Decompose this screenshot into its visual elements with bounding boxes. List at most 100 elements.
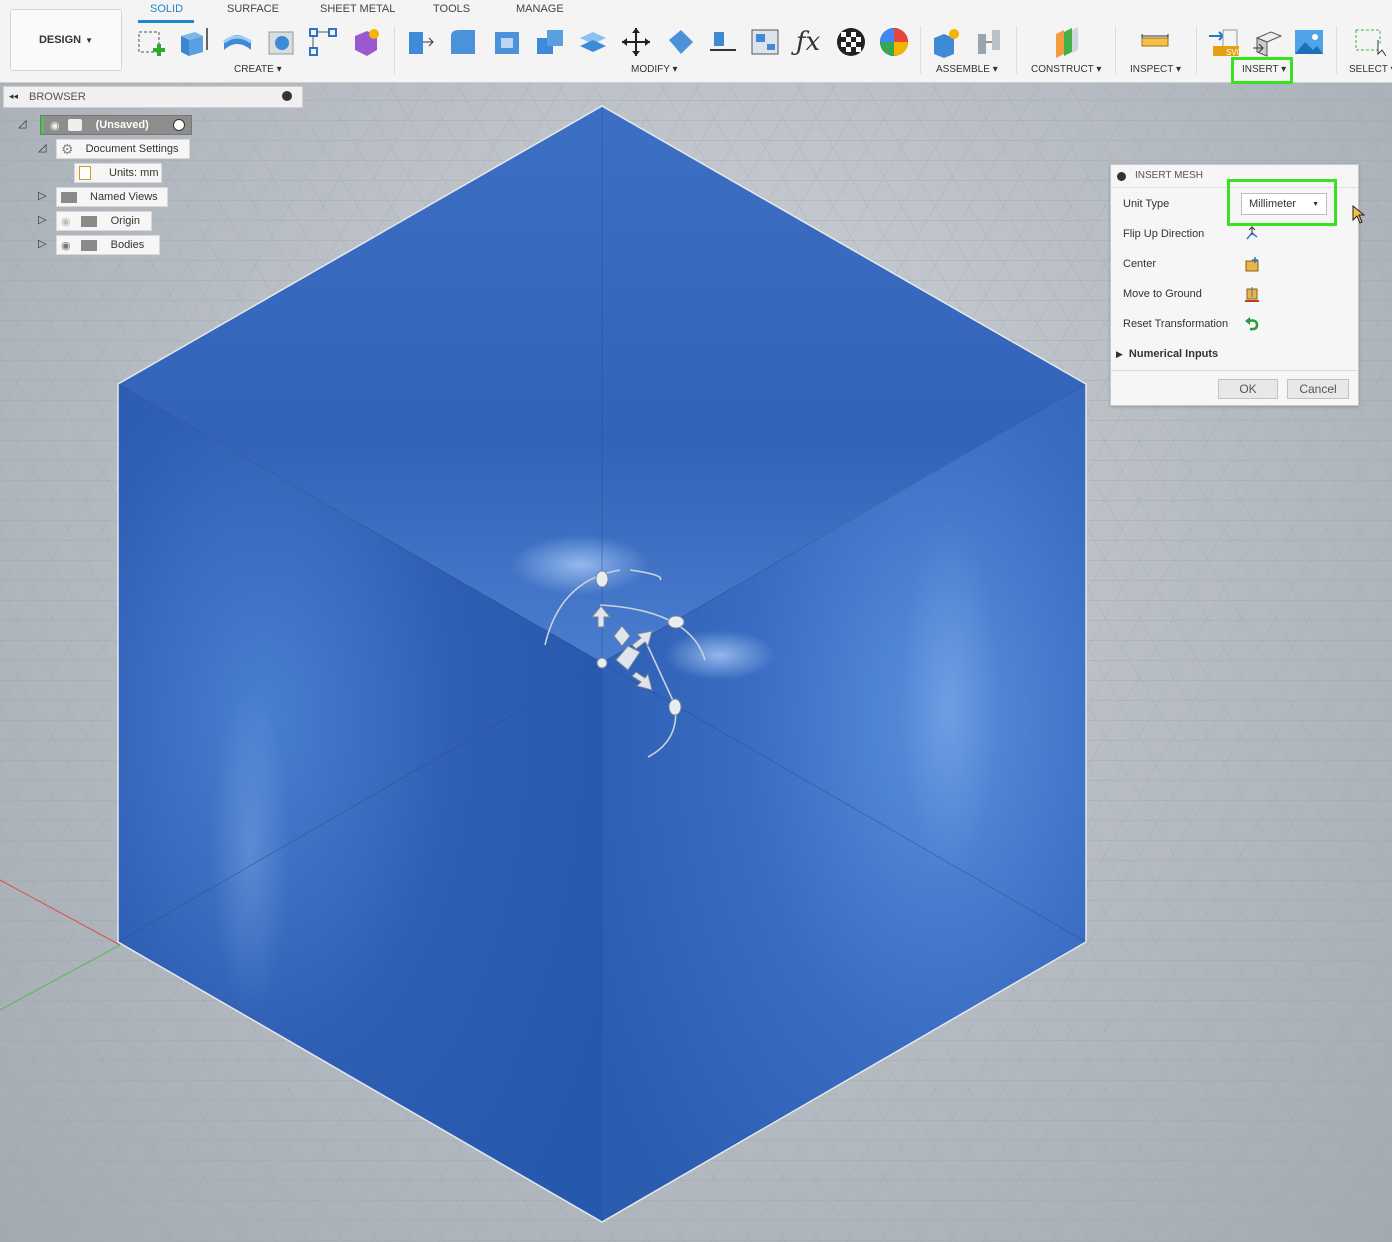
extrude-icon[interactable] <box>176 25 210 59</box>
folder-icon <box>80 239 97 251</box>
folder-icon <box>80 215 97 227</box>
origin-label: Origin <box>110 215 140 227</box>
toolbar-divider <box>1196 26 1197 74</box>
tab-surface[interactable]: SURFACE <box>227 3 279 15</box>
active-indicator <box>41 116 44 134</box>
expand-named-views-icon[interactable]: ▷ <box>38 189 46 202</box>
minimize-circle-icon[interactable] <box>282 91 292 101</box>
insert-mesh-icon[interactable] <box>1250 25 1284 59</box>
origin-node[interactable]: ◉ Origin <box>56 211 152 231</box>
root-label: (Unsaved) <box>95 119 149 131</box>
dialog-divider <box>1111 370 1358 371</box>
glow-highlight <box>900 520 1000 880</box>
create-form-icon[interactable] <box>348 25 382 59</box>
insert-derive-icon[interactable]: SVG <box>1206 25 1240 59</box>
toolbar-divider <box>1115 26 1116 74</box>
assemble-label: ASSEMBLE <box>936 64 990 75</box>
split-body-icon[interactable] <box>748 25 782 59</box>
new-component-icon[interactable] <box>929 25 963 59</box>
offset-face-icon[interactable] <box>576 25 610 59</box>
units-icon <box>79 166 91 180</box>
tab-solid[interactable]: SOLID <box>150 3 183 15</box>
shell-icon[interactable] <box>490 25 524 59</box>
folder-icon <box>61 191 77 203</box>
unit-type-highlight-box <box>1227 179 1337 226</box>
named-views-node[interactable]: Named Views <box>56 187 168 207</box>
expand-origin-icon[interactable]: ▷ <box>38 213 46 226</box>
reset-transformation-label: Reset Transformation <box>1123 318 1229 330</box>
numerical-inputs-label: Numerical Inputs <box>1128 348 1219 360</box>
create-sketch-icon[interactable] <box>134 25 168 59</box>
reset-arrow-icon[interactable] <box>1243 315 1261 333</box>
combine-icon[interactable] <box>533 25 567 59</box>
create-menu[interactable]: CREATE ▾ <box>234 64 282 75</box>
units-node[interactable]: Units: mm <box>74 163 162 183</box>
gear-icon: ⚙ <box>61 140 74 157</box>
numerical-inputs-toggle[interactable]: ▶ Numerical Inputs <box>1116 348 1218 360</box>
fillet-icon[interactable] <box>446 25 480 59</box>
bodies-label: Bodies <box>110 239 145 251</box>
insert-canvas-icon[interactable] <box>1292 25 1326 59</box>
collapse-settings-icon[interactable]: ◿ <box>38 141 46 154</box>
measure-icon[interactable] <box>1138 25 1172 59</box>
assemble-menu[interactable]: ASSEMBLE ▾ <box>936 64 998 75</box>
expand-triangle-icon: ▶ <box>1116 348 1123 359</box>
offset-plane-icon[interactable] <box>1049 25 1083 59</box>
eye-hidden-icon[interactable]: ◉ <box>61 215 71 228</box>
unit-type-label: Unit Type <box>1123 198 1170 210</box>
activate-radio-icon[interactable] <box>173 119 185 131</box>
flip-up-direction-icon[interactable] <box>1243 225 1261 243</box>
cancel-button[interactable]: Cancel <box>1287 379 1349 399</box>
align-icon[interactable] <box>705 25 739 59</box>
dialog-title: INSERT MESH <box>1135 170 1203 181</box>
document-settings-label: Document Settings <box>85 143 179 155</box>
draft-icon[interactable] <box>662 25 696 59</box>
eye-icon[interactable]: ◉ <box>61 239 71 252</box>
select-menu[interactable]: SELECT ▾ <box>1349 64 1392 75</box>
document-settings-node[interactable]: ⚙ Document Settings <box>56 139 190 159</box>
insert-highlight-box <box>1231 57 1293 84</box>
glow-highlight <box>665 630 775 680</box>
collapse-panel-icon[interactable]: ◂◂ <box>9 91 18 102</box>
center-icon[interactable] <box>1243 255 1261 273</box>
expand-bodies-icon[interactable]: ▷ <box>38 237 46 250</box>
pattern-icon[interactable] <box>306 25 340 59</box>
move-copy-icon[interactable] <box>619 25 653 59</box>
ok-label: OK <box>1239 382 1257 396</box>
appearance-icon[interactable] <box>834 25 868 59</box>
physical-material-icon[interactable] <box>877 25 911 59</box>
construct-menu[interactable]: CONSTRUCT ▾ <box>1031 64 1101 75</box>
select-window-icon[interactable] <box>1352 25 1386 59</box>
active-tab-indicator <box>138 20 194 23</box>
chevron-down-icon: ▼ <box>85 35 94 45</box>
press-pull-icon[interactable] <box>404 25 438 59</box>
eye-icon[interactable]: ◉ <box>50 119 60 132</box>
tab-sheet-metal[interactable]: SHEET METAL <box>320 3 395 15</box>
collapse-root-icon[interactable]: ◿ <box>18 117 26 130</box>
document-icon <box>67 119 82 131</box>
center-label: Center <box>1123 258 1157 270</box>
inspect-menu[interactable]: INSPECT ▾ <box>1130 64 1181 75</box>
toolbar-divider <box>394 26 395 74</box>
revolve-icon[interactable] <box>220 25 254 59</box>
tab-manage[interactable]: MANAGE <box>516 3 564 15</box>
select-label: SELECT <box>1349 64 1388 75</box>
move-to-ground-icon[interactable] <box>1243 285 1261 303</box>
modify-menu[interactable]: MODIFY ▾ <box>631 64 678 75</box>
browser-title: BROWSER <box>29 91 86 103</box>
parameters-icon[interactable]: ƒx <box>791 25 825 59</box>
units-label: Units: mm <box>109 167 159 179</box>
ok-button[interactable]: OK <box>1218 379 1278 399</box>
joint-icon[interactable] <box>973 25 1007 59</box>
workspace-switcher-button[interactable]: DESIGN ▼ <box>10 9 122 71</box>
create-label: CREATE <box>234 64 274 75</box>
bodies-node[interactable]: ◉ Bodies <box>56 235 160 255</box>
collapse-circle-icon[interactable] <box>1117 172 1126 181</box>
toolbar-divider <box>920 26 921 74</box>
browser-panel-header: ◂◂ BROWSER <box>3 86 303 108</box>
workspace-label: DESIGN <box>38 34 82 46</box>
browser-root-node[interactable]: ◉ (Unsaved) <box>40 115 192 135</box>
hole-icon[interactable] <box>264 25 298 59</box>
move-to-ground-label: Move to Ground <box>1123 288 1202 300</box>
tab-tools[interactable]: TOOLS <box>433 3 470 15</box>
